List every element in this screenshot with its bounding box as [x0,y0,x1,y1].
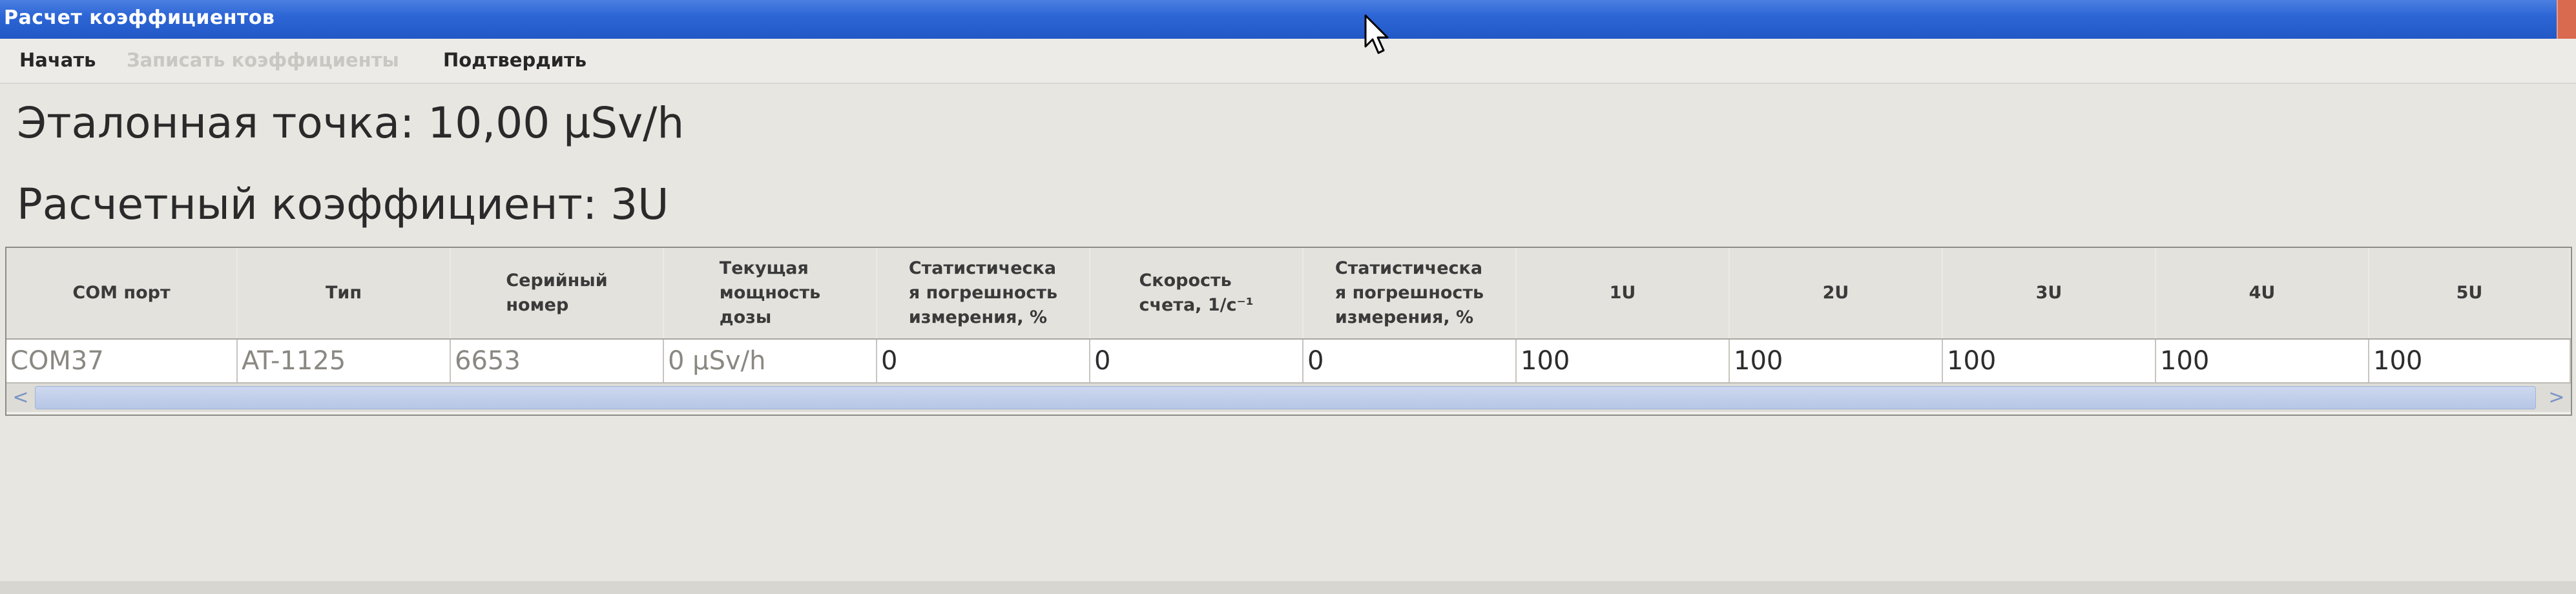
computed-coefficient-label: Расчетный коэффициент: 3U [17,179,669,229]
column-header-line: номер [506,295,569,315]
table-cell[interactable]: COM37 [6,340,238,382]
column-header-text: 1U [1610,281,1636,305]
scroll-right-icon: > [2548,385,2565,409]
bottom-edge [0,581,2576,594]
column-header-line: дозы [719,307,772,327]
column-header-line: 5U [2456,283,2483,303]
reference-point-label: Эталонная точка: 10,00 µSv/h [17,98,685,148]
table-cell[interactable]: 100 [2369,340,2571,382]
column-header[interactable]: 1U [1517,248,1730,338]
column-header[interactable]: 5U [2369,248,2571,338]
grid-header: COM порт Тип Серийный номер Текущая мощность д… [6,248,2571,340]
table-cell[interactable]: 100 [1730,340,1943,382]
column-header-text: Серийный номер [506,269,607,318]
table-cell[interactable]: 0 [877,340,1090,382]
column-header-line: Скорость [1139,271,1232,291]
column-header-line: мощность [719,283,821,303]
column-header-text: Скорость счета, 1/c⁻¹ [1139,269,1253,318]
column-header[interactable]: Скорость счета, 1/c⁻¹ [1090,248,1304,338]
scroll-thumb[interactable] [35,386,2536,409]
column-header[interactable]: Серийный номер [451,248,664,338]
column-header[interactable]: Текущая мощность дозы [664,248,877,338]
column-header[interactable]: Тип [238,248,451,338]
column-header-line: Серийный [506,271,608,291]
column-header-text: Статистическа я погрешность измерения, % [1335,256,1484,330]
column-header-line: Статистическа [1335,258,1483,278]
table-cell[interactable]: 6653 [451,340,664,382]
results-grid: COM порт Тип Серийный номер Текущая мощность д… [5,247,2572,416]
table-cell[interactable]: 100 [2156,340,2369,382]
column-header[interactable]: 4U [2156,248,2369,338]
column-header[interactable]: Статистическа я погрешность измерения, % [1304,248,1517,338]
calibration-window: Расчет коэффициентов Начать Записать коэ… [0,0,2576,594]
menu-bar: Начать Записать коэффициенты Подтвердить [0,39,2576,84]
column-header-text: 5U [2457,281,2483,305]
column-header-line: Статистическа [908,258,1057,278]
column-header[interactable]: 3U [1943,248,2156,338]
column-header-text: Текущая мощность дозы [720,256,820,330]
column-header-line: 1U [1609,283,1636,303]
mouse-pointer-icon [1364,14,1389,54]
column-header[interactable]: COM порт [6,248,238,338]
column-header-line: я погрешность [1335,283,1484,303]
column-header-line: 3U [2035,283,2062,303]
table-cell[interactable]: 0 [1090,340,1304,382]
menu-confirm[interactable]: Подтвердить [443,49,587,71]
column-header-line: измерения, % [1335,307,1474,327]
scroll-left-button[interactable]: < [8,385,34,409]
table-cell[interactable]: AT-1125 [238,340,451,382]
column-header-line: измерения, % [908,307,1048,327]
scroll-right-button[interactable]: > [2544,385,2570,409]
column-header-text: 3U [2036,281,2062,305]
table-cell[interactable]: 0 [1304,340,1517,382]
title-bar[interactable]: Расчет коэффициентов [0,0,2576,39]
column-header-line: Текущая [719,258,809,278]
table-cell[interactable]: 100 [1943,340,2156,382]
menu-write-coefficients[interactable]: Записать коэффициенты [127,49,399,71]
column-header-line: Тип [326,283,362,303]
column-header[interactable]: Статистическа я погрешность измерения, % [877,248,1090,338]
menu-start[interactable]: Начать [19,49,96,71]
column-header-text: 4U [2249,281,2276,305]
window-title: Расчет коэффициентов [4,6,275,29]
scroll-left-icon: < [12,385,29,409]
close-button[interactable] [2557,0,2576,39]
column-header-line: я погрешность [908,283,1058,303]
table-cell[interactable]: 0 µSv/h [664,340,877,382]
table-cell[interactable]: 100 [1517,340,1730,382]
column-header[interactable]: 2U [1730,248,1943,338]
column-header-text: COM порт [72,281,170,305]
column-header-text: Статистическа я погрешность измерения, % [909,256,1057,330]
horizontal-scrollbar[interactable]: < > [6,384,2571,412]
column-header-line: счета, 1/c⁻¹ [1139,295,1254,315]
column-header-line: 4U [2249,283,2276,303]
column-header-text: Тип [326,281,362,305]
column-header-line: 2U [1822,283,1849,303]
table-row[interactable]: COM37 AT-1125 6653 0 µSv/h 0 0 0 100 100 100 100 10… [6,340,2571,384]
column-header-text: 2U [1823,281,1849,305]
column-header-line: COM порт [72,283,171,303]
